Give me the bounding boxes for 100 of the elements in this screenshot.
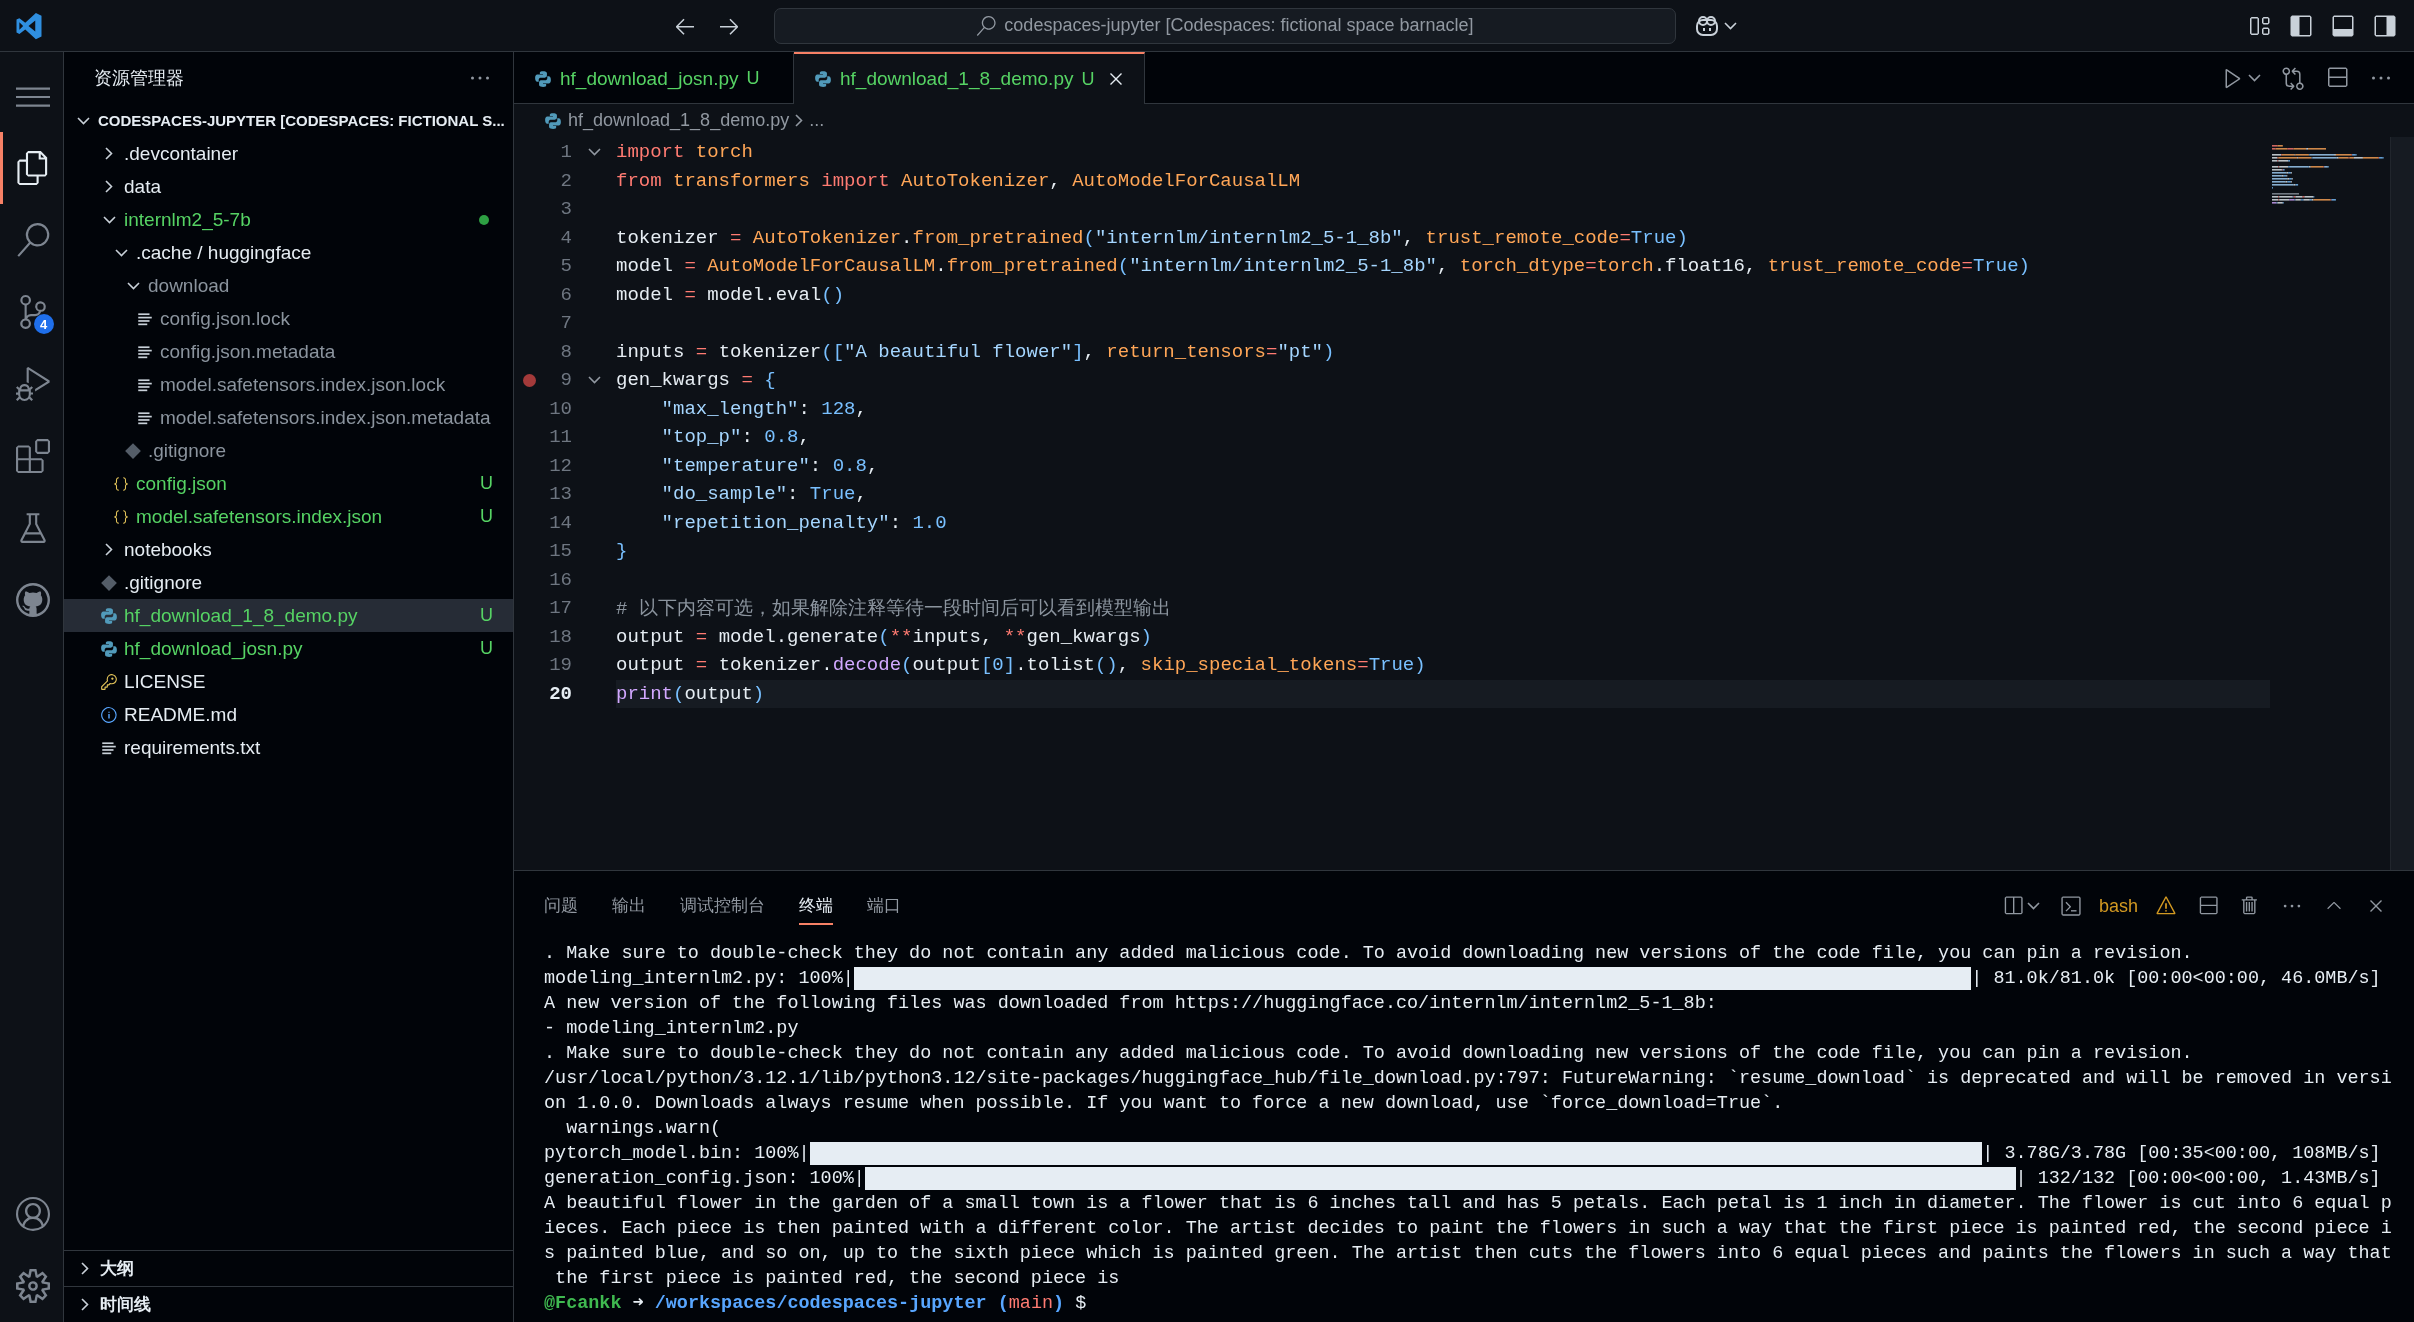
file-item[interactable]: hf_download_1_8_demo.py U xyxy=(64,599,513,632)
activity-button[interactable]: 4 xyxy=(0,276,64,348)
chevron-right-icon[interactable] xyxy=(105,147,113,160)
panel-tab[interactable]: 调试控制台 xyxy=(680,887,765,925)
python-icon xyxy=(814,70,832,88)
file-item[interactable]: config.json U xyxy=(64,467,513,500)
warning-icon[interactable] xyxy=(2155,895,2177,917)
split-editor-icon[interactable] xyxy=(2325,65,2349,90)
chevron-down-icon[interactable] xyxy=(2026,902,2040,910)
terminal-line: pytorch_model.bin: 100%| xyxy=(544,1142,810,1166)
extensions-icon[interactable] xyxy=(16,439,50,473)
workspace-root[interactable]: CODESPACES-JUPYTER [CODESPACES: FICTIONAL S... xyxy=(64,104,513,137)
terminal-prompt: @Fcankk ➜ /workspaces/codespaces-jupyter (main) $ xyxy=(544,1292,1088,1316)
git-status: U xyxy=(480,473,493,494)
panel-icon[interactable] xyxy=(2331,13,2355,38)
code-line: "do_sample": True, xyxy=(660,482,868,508)
chevron-down-icon[interactable] xyxy=(126,281,140,290)
sidebar-section[interactable]: 时间线 xyxy=(64,1286,513,1322)
sidebar-section[interactable]: 大纲 xyxy=(64,1250,513,1286)
code-line: model = AutoModelForCausalLM.from_pretrained("internlm/internlm2_5-1_8b", torch_dtype=torch.float16, trust_remote_code=True) xyxy=(616,254,2031,280)
file-item[interactable]: LICENSE xyxy=(64,665,513,698)
file-item[interactable]: hf_download_josn.py U xyxy=(64,632,513,665)
line-number: 16 xyxy=(548,568,572,591)
chevron-down-icon[interactable] xyxy=(2248,73,2261,82)
compare-icon[interactable] xyxy=(2281,65,2305,90)
chevron-right-icon[interactable] xyxy=(81,1262,89,1275)
terminal-line: - modeling_internlm2.py xyxy=(544,1017,800,1041)
file-item[interactable]: model.safetensors.index.json U xyxy=(64,500,513,533)
line-number: 6 xyxy=(559,283,572,306)
git-status: U xyxy=(480,506,493,527)
search-icon xyxy=(976,15,997,36)
git-status: U xyxy=(480,605,493,626)
file-item[interactable]: .gitignore xyxy=(64,566,513,599)
command-center[interactable]: codespaces-jupyter [Codespaces: fictional space barnacle] xyxy=(774,7,1676,44)
breadcrumb-item[interactable]: ... xyxy=(809,110,825,131)
terminal-line: A new version of the following files was downloaded from https://huggingface.co/internlm/internlm2_5-1_8b: xyxy=(544,992,1718,1016)
editor-tab[interactable]: hf_download_1_8_demo.py U xyxy=(794,52,1146,104)
chevron-down-icon[interactable] xyxy=(114,248,128,257)
line-number: 9 xyxy=(559,369,572,392)
line-number: 10 xyxy=(548,397,572,420)
code-line: import torch xyxy=(616,140,754,166)
count-badge: 4 xyxy=(33,314,54,334)
terminal-line: . Make sure to double-check they do not contain any added malicious code. To avoid downloading new versions of the code file, you can pin a revision. xyxy=(544,1042,2194,1066)
python-icon xyxy=(534,69,552,88)
sidebar-right-icon[interactable] xyxy=(2373,13,2397,38)
account-icon[interactable] xyxy=(16,1197,50,1231)
chevron-right-icon[interactable] xyxy=(105,180,113,193)
folder-item[interactable]: .cache / huggingface xyxy=(64,236,513,269)
code-line: output = tokenizer.decode(output[0].tolist(), skip_special_tokens=True) xyxy=(616,653,1427,679)
chevron-right-icon[interactable] xyxy=(81,1298,89,1311)
file-item[interactable]: config.json.metadata xyxy=(64,335,513,368)
python-icon xyxy=(100,606,118,625)
folder-item[interactable]: download xyxy=(64,269,513,302)
chevron-down-icon[interactable] xyxy=(76,116,90,125)
folder-item[interactable]: internlm2_5-7b xyxy=(64,203,513,236)
sidebar-left-icon[interactable] xyxy=(2289,13,2313,38)
breakpoint-dot[interactable] xyxy=(522,373,536,387)
line-number: 14 xyxy=(548,511,572,534)
debug-icon[interactable] xyxy=(16,367,50,401)
split-icon[interactable] xyxy=(2197,895,2219,917)
fold-icon[interactable] xyxy=(587,376,601,385)
chevron-right-icon xyxy=(795,114,804,127)
terminal-line: generation_config.json: 100%| xyxy=(544,1167,865,1191)
scrollbar[interactable] xyxy=(2390,137,2414,870)
panel-tab[interactable]: 终端 xyxy=(799,887,833,925)
folder-item[interactable]: data xyxy=(64,170,513,203)
folder-item[interactable]: notebooks xyxy=(64,533,513,566)
terminal-name[interactable]: bash xyxy=(2098,895,2138,917)
panel-tab[interactable]: 问题 xyxy=(544,887,578,925)
code-line: "temperature": 0.8, xyxy=(660,453,880,479)
file-item[interactable]: .gitignore xyxy=(64,434,513,467)
terminal-icon[interactable] xyxy=(2059,895,2082,917)
code-line: } xyxy=(616,539,629,565)
code-line: # 以下内容可选，如果解除注释等待一段时间后可以看到模型输出 xyxy=(616,597,1172,623)
code-line: gen_kwargs = { xyxy=(616,368,777,394)
chevron-down-icon[interactable] xyxy=(1724,21,1737,30)
terminal-line: warnings.warn( xyxy=(565,1117,723,1141)
fold-icon[interactable] xyxy=(587,148,601,157)
chevron-down-icon[interactable] xyxy=(102,215,116,224)
file-item[interactable]: README.md xyxy=(64,698,513,731)
github-icon[interactable] xyxy=(16,583,50,617)
file-item[interactable]: model.safetensors.index.json.lock xyxy=(64,368,513,401)
git-status: U xyxy=(1081,68,1095,90)
panel-tab[interactable]: 端口 xyxy=(867,887,901,925)
settings-icon[interactable] xyxy=(16,1269,50,1303)
code-line: "top_p": 0.8, xyxy=(660,425,811,451)
breadcrumb-item[interactable]: hf_download_1_8_demo.py xyxy=(568,110,790,131)
file-item[interactable]: config.json.lock xyxy=(64,302,513,335)
search-icon[interactable] xyxy=(16,223,50,257)
code-line: "max_length": 128, xyxy=(660,396,868,422)
line-number: 15 xyxy=(548,540,572,563)
folder-item[interactable]: .devcontainer xyxy=(64,137,513,170)
chevron-right-icon[interactable] xyxy=(105,543,113,556)
file-item[interactable]: requirements.txt xyxy=(64,731,513,764)
sidebar-title: 资源管理器 xyxy=(94,67,184,90)
files-icon[interactable] xyxy=(16,151,50,185)
terminal-line: modeling_internlm2.py: 100%| xyxy=(544,967,854,991)
terminal-line: ieces. Each piece is then painted with a different color. The artist decides to paint the flowers in such a way that the first piece is painted red, the second piece i xyxy=(544,1217,2393,1241)
panel-tab[interactable]: 输出 xyxy=(612,887,646,925)
file-item[interactable]: model.safetensors.index.json.metadata xyxy=(64,401,513,434)
